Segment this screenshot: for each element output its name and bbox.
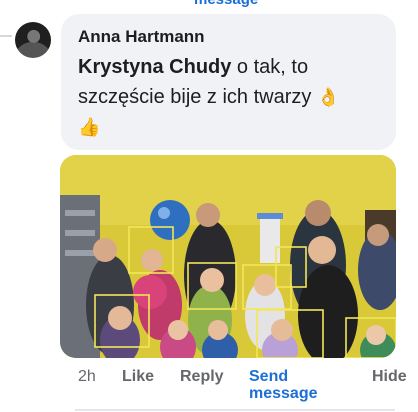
comment-bubble: Anna Hartmann Krystyna Chudy o tak, to s… [61, 14, 396, 150]
avatar[interactable] [15, 22, 51, 58]
send-message-button[interactable]: Send message [249, 368, 329, 402]
comment-actions: 2h Like Reply Send message Hide [0, 368, 418, 412]
hide-button[interactable]: Hide [372, 368, 407, 386]
like-button[interactable]: Like [122, 368, 154, 386]
reply-button[interactable]: Reply [180, 368, 224, 386]
comment-text: Krystyna Chudy o tak, to szczęście bije … [78, 52, 378, 142]
mention-link[interactable]: Krystyna Chudy [78, 56, 231, 78]
thumbs-up-emoji-icon: 👍 [78, 117, 101, 137]
comment-author[interactable]: Anna Hartmann [78, 26, 380, 48]
send-message-link-above[interactable]: message [194, 0, 258, 8]
timestamp-link[interactable]: 2h [78, 368, 96, 386]
thread-connector [0, 35, 12, 37]
attached-photo[interactable] [60, 155, 396, 358]
ok-hand-emoji-icon: 👌 [316, 87, 340, 107]
divider [75, 409, 395, 411]
